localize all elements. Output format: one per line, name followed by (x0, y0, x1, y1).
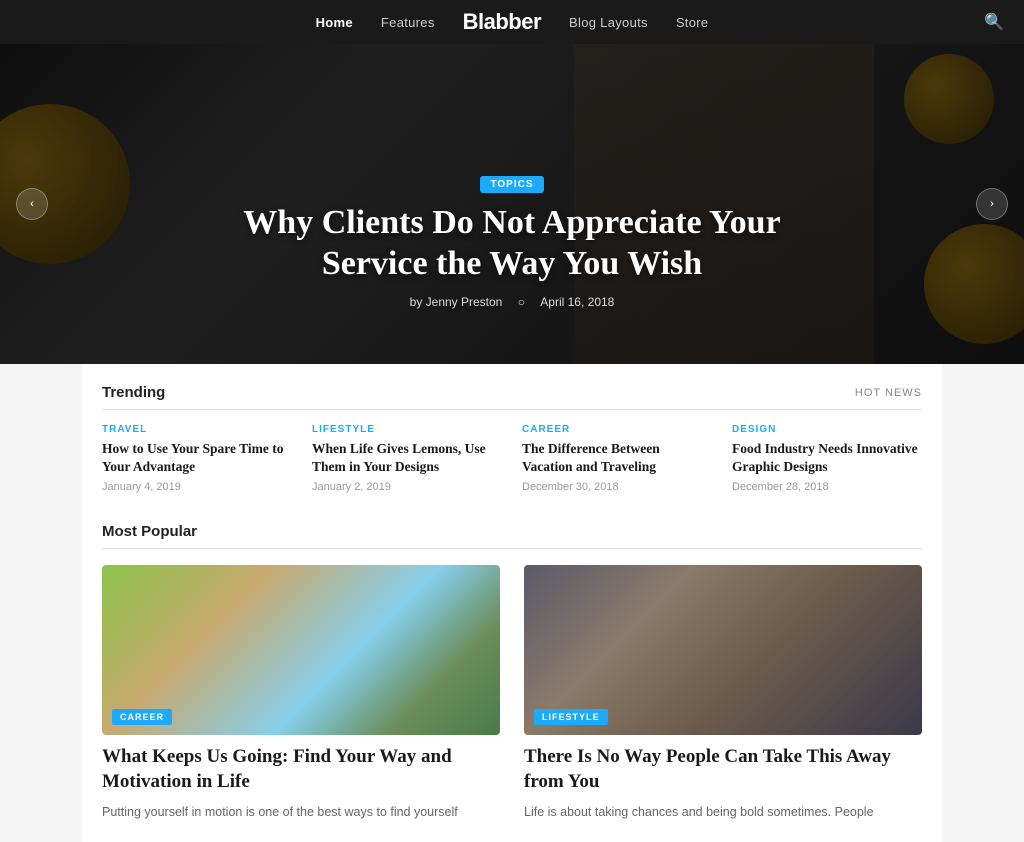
trending-item-2: LIFESTYLE When Life Gives Lemons, Use Th… (312, 424, 502, 493)
trending-header: Trending HOT NEWS (102, 384, 922, 410)
trending-title: Trending (102, 384, 165, 401)
trending-category-1: TRAVEL (102, 424, 292, 435)
trending-item-1: TRAVEL How to Use Your Spare Time to You… (102, 424, 292, 493)
hero-author: by Jenny Preston (410, 295, 503, 309)
trending-item-date-3: December 30, 2018 (522, 481, 712, 493)
popular-badge-1: CAREER (112, 709, 172, 725)
most-popular-title: Most Popular (102, 523, 197, 540)
trending-category-4: DESIGN (732, 424, 922, 435)
main-content: Trending HOT NEWS TRAVEL How to Use Your… (82, 364, 942, 842)
search-icon[interactable]: 🔍 (984, 12, 1004, 32)
trending-item-title-4[interactable]: Food Industry Needs Innovative Graphic D… (732, 440, 922, 476)
nav-link-features[interactable]: Features (381, 15, 435, 30)
most-popular-section: Most Popular CAREER What Keeps Us Going:… (102, 503, 922, 841)
most-popular-header: Most Popular (102, 523, 922, 549)
trending-item-date-2: January 2, 2019 (312, 481, 502, 493)
popular-item-2: LIFESTYLE There Is No Way People Can Tak… (524, 565, 922, 821)
trending-item-date-4: December 28, 2018 (732, 481, 922, 493)
nav-link-blog-layouts[interactable]: Blog Layouts (569, 15, 648, 30)
popular-item-title-2[interactable]: There Is No Way People Can Take This Awa… (524, 745, 922, 794)
hero-content: TOPICS Why Clients Do Not Appreciate You… (202, 176, 822, 309)
trending-item-title-3[interactable]: The Difference Between Vacation and Trav… (522, 440, 712, 476)
trending-section: Trending HOT NEWS TRAVEL How to Use Your… (102, 364, 922, 503)
popular-img-2[interactable]: LIFESTYLE (524, 565, 922, 735)
popular-item-desc-1: Putting yourself in motion is one of the… (102, 803, 500, 822)
hero-prev-button[interactable]: ‹ (16, 188, 48, 220)
trending-item-title-2[interactable]: When Life Gives Lemons, Use Them in Your… (312, 440, 502, 476)
hero-date: April 16, 2018 (540, 295, 614, 309)
nav-link-home[interactable]: Home (316, 15, 353, 30)
hero-dot: ○ (518, 295, 525, 309)
hero-section: TOPICS Why Clients Do Not Appreciate You… (0, 44, 1024, 364)
popular-img-1[interactable]: CAREER (102, 565, 500, 735)
popular-badge-2: LIFESTYLE (534, 709, 608, 725)
hot-news-label: HOT NEWS (855, 387, 922, 399)
trending-category-2: LIFESTYLE (312, 424, 502, 435)
navbar: Home Features Blabber Blog Layouts Store… (0, 0, 1024, 44)
topics-badge[interactable]: TOPICS (480, 176, 543, 193)
hero-title: Why Clients Do Not Appreciate Your Servi… (202, 203, 822, 285)
trending-category-3: CAREER (522, 424, 712, 435)
popular-item-desc-2: Life is about taking chances and being b… (524, 803, 922, 822)
hero-next-button[interactable]: › (976, 188, 1008, 220)
trending-item-3: CAREER The Difference Between Vacation a… (522, 424, 712, 493)
nav-link-store[interactable]: Store (676, 15, 709, 30)
popular-item-1: CAREER What Keeps Us Going: Find Your Wa… (102, 565, 500, 821)
popular-item-title-1[interactable]: What Keeps Us Going: Find Your Way and M… (102, 745, 500, 794)
trending-grid: TRAVEL How to Use Your Spare Time to You… (102, 424, 922, 493)
hero-meta: by Jenny Preston ○ April 16, 2018 (202, 295, 822, 309)
site-logo[interactable]: Blabber (463, 9, 541, 35)
popular-grid: CAREER What Keeps Us Going: Find Your Wa… (102, 565, 922, 821)
trending-item-date-1: January 4, 2019 (102, 481, 292, 493)
trending-item-4: DESIGN Food Industry Needs Innovative Gr… (732, 424, 922, 493)
trending-item-title-1[interactable]: How to Use Your Spare Time to Your Advan… (102, 440, 292, 476)
